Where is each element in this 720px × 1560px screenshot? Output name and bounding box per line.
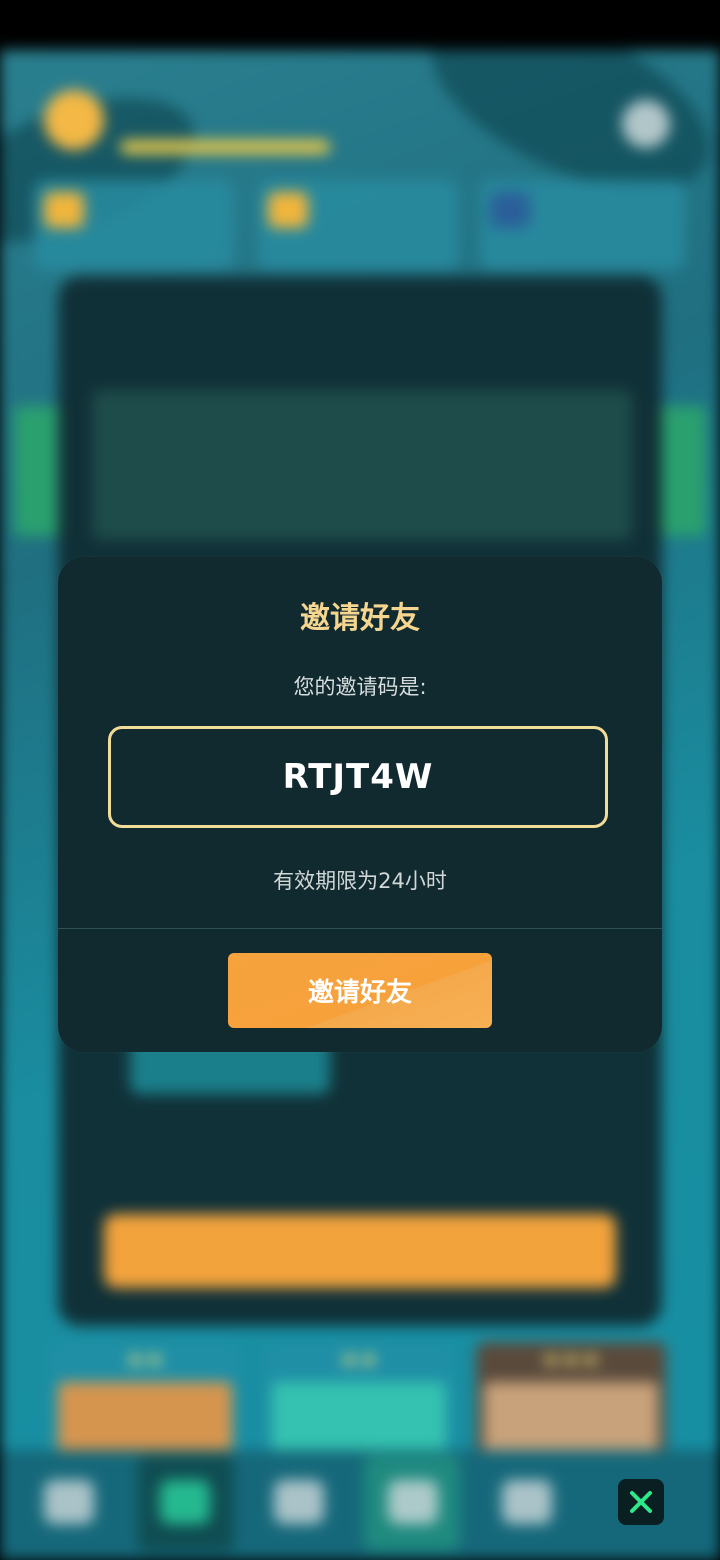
validity-note: 有效期限为24小时	[273, 869, 447, 893]
status-bar	[0, 0, 720, 50]
invite-friend-dialog: 邀请好友 您的邀请码是: RTJT4W 有效期限为24小时 邀请好友	[58, 557, 662, 1052]
invite-code-prompt: 您的邀请码是:	[293, 675, 427, 699]
settings-gear-icon	[622, 100, 670, 148]
player-avatar	[44, 90, 104, 150]
close-x-icon	[630, 1491, 652, 1513]
invite-code-box[interactable]: RTJT4W	[108, 726, 608, 828]
invite-friend-button[interactable]: 邀请好友	[228, 953, 492, 1028]
divider	[58, 928, 662, 929]
invite-code: RTJT4W	[282, 757, 434, 797]
dialog-title: 邀请好友	[300, 601, 420, 636]
close-button[interactable]	[618, 1479, 664, 1525]
